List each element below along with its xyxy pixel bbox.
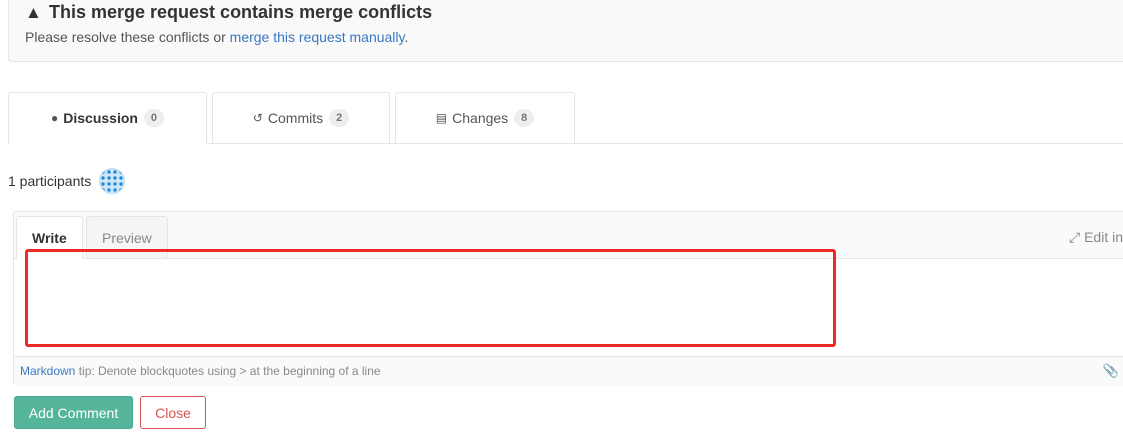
tab-commits-label: Commits	[267, 110, 324, 126]
tab-discussion-label: Discussion	[63, 110, 138, 126]
markdown-link[interactable]: Markdown	[20, 364, 75, 378]
expand-icon: ⤢	[1068, 229, 1081, 245]
tab-commits-count: 2	[329, 109, 350, 127]
participants: 1 participants	[8, 168, 126, 194]
add-comment-button[interactable]: Add Comment	[14, 396, 133, 429]
avatar[interactable]	[99, 168, 126, 194]
history-icon: ↺	[252, 111, 263, 125]
fullscreen-label: Edit in	[1084, 229, 1123, 245]
tip-text: tip: Denote blockquotes using > at the b…	[75, 364, 381, 378]
merge-manually-link[interactable]: merge this request manually	[230, 29, 405, 45]
tab-changes[interactable]: ▤ Changes 8	[395, 92, 575, 144]
alert-message: Please resolve these conflicts or merge …	[25, 29, 408, 45]
tab-changes-label: Changes	[452, 110, 509, 126]
participants-label: 1 participants	[8, 173, 92, 189]
comment-editor: Write Preview ⤢ Edit in Markdown tip: De…	[13, 211, 1123, 386]
tab-discussion-count: 0	[143, 109, 164, 127]
comment-textarea[interactable]	[14, 259, 1123, 356]
paperclip-icon[interactable]: 📎	[1103, 363, 1119, 379]
tab-commits[interactable]: ↺ Commits 2	[212, 92, 390, 144]
alert-title: ▲ This merge request contains merge confl…	[25, 2, 432, 23]
list-icon: ▤	[435, 111, 448, 125]
alert-text-before: Please resolve these conflicts or	[25, 29, 230, 45]
fullscreen-button[interactable]: ⤢ Edit in	[1069, 229, 1123, 246]
tab-changes-count: 8	[514, 109, 535, 127]
tab-write[interactable]: Write	[16, 216, 83, 259]
alert-title-text: This merge request contains merge confli…	[49, 2, 433, 22]
tab-discussion[interactable]: ● Discussion 0	[8, 92, 207, 144]
merge-conflict-alert: ▲ This merge request contains merge confl…	[8, 0, 1123, 62]
tab-preview[interactable]: Preview	[86, 216, 168, 259]
comments-icon: ●	[51, 111, 59, 125]
markdown-tip: Markdown tip: Denote blockquotes using >…	[20, 364, 381, 378]
warning-icon: ▲	[25, 3, 42, 22]
markdown-tip-bar: Markdown tip: Denote blockquotes using >…	[14, 356, 1123, 386]
close-button[interactable]: Close	[140, 396, 206, 429]
alert-text-after: .	[404, 29, 409, 45]
